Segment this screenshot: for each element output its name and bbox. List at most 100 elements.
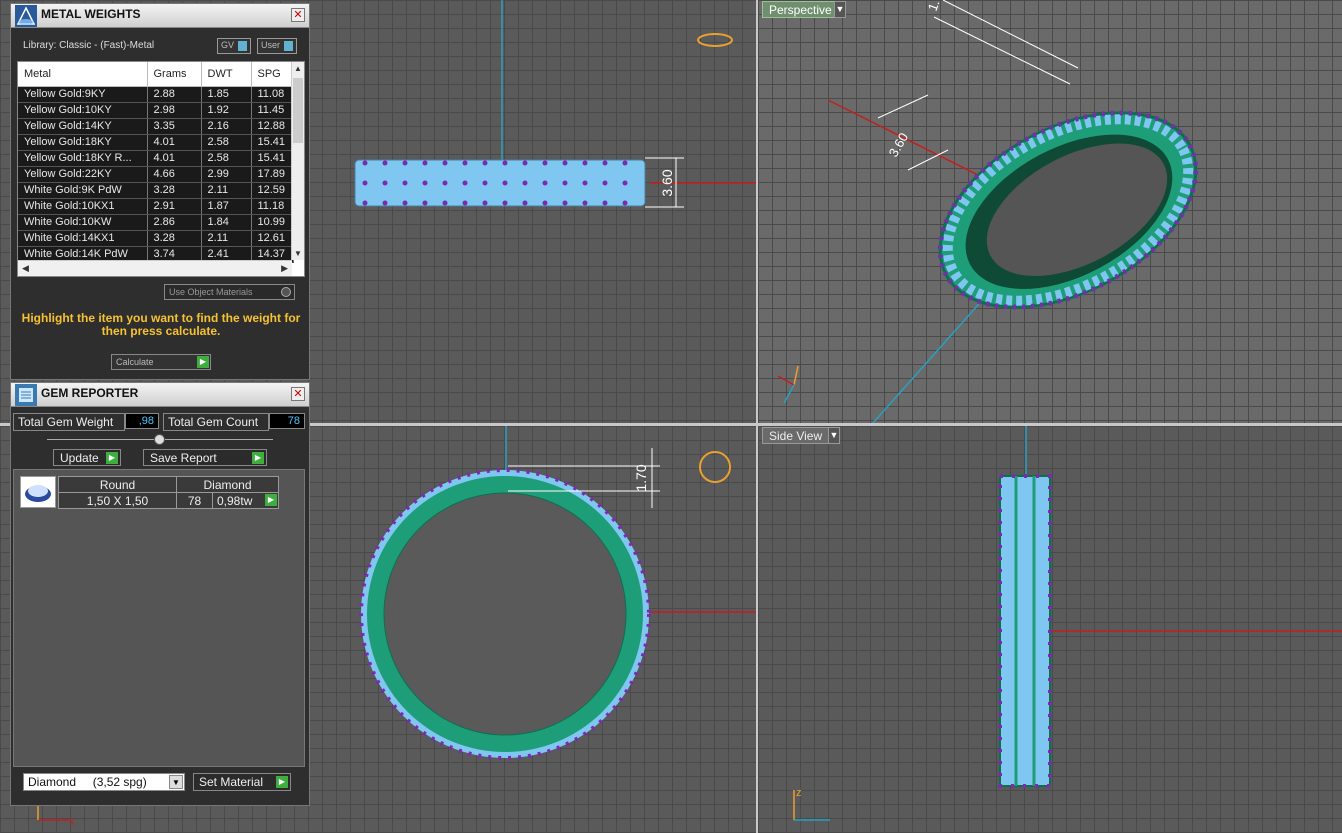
metal-weights-icon [15,5,37,27]
table-cell: 2.91 [147,198,202,215]
use-object-materials-toggle[interactable]: Use Object Materials [164,284,295,300]
toggle-gv[interactable]: GV [217,38,252,54]
play-icon[interactable]: ▶ [265,494,277,506]
gem-row[interactable]: Round Diamond 1,50 X 1,50 78 0,98tw ▶ [58,476,279,509]
table-cell: White Gold:14KX1 [18,230,148,247]
total-gem-count-label: Total Gem Count [163,413,269,431]
total-gem-weight-label: Total Gem Weight [13,413,125,431]
gem-cut: Round [58,476,177,493]
axis-z-label: z [796,787,802,799]
table-row[interactable]: White Gold:9K PdW 3.28 2.11 12.59 [18,182,294,199]
table-cell: 10.99 [251,214,294,231]
toggle-gv-knob [238,40,248,51]
slider-knob[interactable] [154,434,165,445]
gem-reporter-icon [15,384,37,406]
metal-weights-title: METAL WEIGHTS [41,7,141,21]
play-icon[interactable]: ▶ [252,452,264,464]
use-object-materials-label: Use Object Materials [169,287,253,297]
play-icon[interactable]: ▶ [276,776,288,788]
table-cell: 2.11 [201,230,252,247]
table-cell: 2.58 [201,134,252,151]
table-cell: 2.99 [201,166,252,183]
table-cell: 4.01 [147,134,202,151]
table-cell: Yellow Gold:14KY [18,118,148,135]
table-cell: 11.08 [251,86,294,103]
table-row[interactable]: Yellow Gold:10KY 2.98 1.92 11.45 [18,102,294,119]
close-icon[interactable]: ✕ [291,8,305,22]
table-row[interactable]: White Gold:10KW 2.86 1.84 10.99 [18,214,294,231]
table-cell: Yellow Gold:10KY [18,102,148,119]
table-row[interactable]: Yellow Gold:9KY 2.88 1.85 11.08 [18,86,294,103]
metal-table-hscroll[interactable]: ◀ ▶ [18,260,292,276]
table-cell: 3.28 [147,230,202,247]
library-label: Library: Classic - (Fast)-Metal [23,40,155,51]
toggle-gv-label: GV [221,40,235,50]
viewport-perspective[interactable]: Perspective ▼ 1.70 3.60 [758,0,1342,423]
gem-list: Round Diamond 1,50 X 1,50 78 0,98tw ▶ [13,469,305,767]
table-cell: 1.92 [201,102,252,119]
table-cell: 4.66 [147,166,202,183]
table-row[interactable]: White Gold:10KX1 2.91 1.87 11.18 [18,198,294,215]
update-button[interactable]: Update ▶ [53,449,121,466]
table-row[interactable]: Yellow Gold:14KY 3.35 2.16 12.88 [18,118,294,135]
metal-weights-titlebar[interactable]: METAL WEIGHTS ✕ [11,4,309,28]
table-cell: 2.16 [201,118,252,135]
side-view-drawing: z [793,426,1342,821]
table-cell: 11.18 [251,198,294,215]
scroll-down-icon[interactable]: ▼ [292,247,304,260]
table-cell: Yellow Gold:9KY [18,86,148,103]
gem-size: 1,50 X 1,50 [58,492,177,509]
gem-reporter-titlebar[interactable]: GEM REPORTER ✕ [11,383,309,407]
table-cell: 1.87 [201,198,252,215]
table-row[interactable]: White Gold:14KX1 3.28 2.11 12.61 [18,230,294,247]
table-cell: 2.86 [147,214,202,231]
table-cell: 15.41 [251,150,294,167]
toggle-user-knob [284,40,294,51]
calculate-button[interactable]: Calculate ▶ [111,354,211,370]
table-cell: 4.01 [147,150,202,167]
viewport-divider-vertical[interactable] [756,0,758,833]
save-report-button[interactable]: Save Report ▶ [143,449,267,466]
dim-front-text: 1.70 [633,464,649,491]
table-cell: 3.35 [147,118,202,135]
gem-weight: 0,98tw [217,493,253,508]
scroll-left-icon[interactable]: ◀ [22,263,29,274]
metal-table[interactable]: Metal Grams DWT SPG Yellow Gold:9KY 2.88 1… [17,61,305,277]
play-icon[interactable]: ▶ [106,452,118,464]
material-select[interactable]: Diamond (3,52 spg) ▼ [23,773,185,791]
toggle-user-label: User [261,40,281,50]
table-row[interactable]: Yellow Gold:18KY 4.01 2.58 15.41 [18,134,294,151]
ring-top-band [354,159,646,207]
report-slider[interactable] [47,434,273,445]
table-cell: 12.88 [251,118,294,135]
close-icon[interactable]: ✕ [291,387,305,401]
mini-ring-icon [697,33,733,47]
diamond-thumbnail-icon[interactable] [20,476,56,508]
toggle-user[interactable]: User [257,38,298,54]
col-spg[interactable]: SPG [251,62,294,87]
table-cell: White Gold:10KX1 [18,198,148,215]
table-cell: 11.45 [251,102,294,119]
col-dwt[interactable]: DWT [201,62,252,87]
scroll-right-icon[interactable]: ▶ [281,263,288,274]
total-gem-count-value: 78 [269,413,305,429]
radio-icon[interactable] [281,287,291,297]
table-row[interactable]: Yellow Gold:18KY R... 4.01 2.58 15.41 [18,150,294,167]
viewport-side[interactable]: Side View ▼ z [758,426,1342,833]
table-cell: Yellow Gold:18KY R... [18,150,148,167]
col-metal[interactable]: Metal [18,62,148,87]
col-grams[interactable]: Grams [147,62,202,87]
set-material-button[interactable]: Set Material ▶ [193,773,291,791]
table-row[interactable]: Yellow Gold:22KY 4.66 2.99 17.89 [18,166,294,183]
scroll-up-icon[interactable]: ▲ [292,62,304,75]
table-cell: 2.98 [147,102,202,119]
table-cell: Yellow Gold:18KY [18,134,148,151]
play-icon[interactable]: ▶ [197,356,209,368]
metal-weights-panel: METAL WEIGHTS ✕ Library: Classic - (Fast… [10,3,310,380]
chevron-down-icon[interactable]: ▼ [169,775,183,789]
save-report-label: Save Report [150,451,217,465]
scroll-thumb[interactable] [293,78,303,143]
axis-x-label: x [69,816,75,828]
perspective-drawing: 1.70 3.60 [777,0,1199,423]
metal-table-vscroll[interactable]: ▲ ▼ [291,62,304,260]
